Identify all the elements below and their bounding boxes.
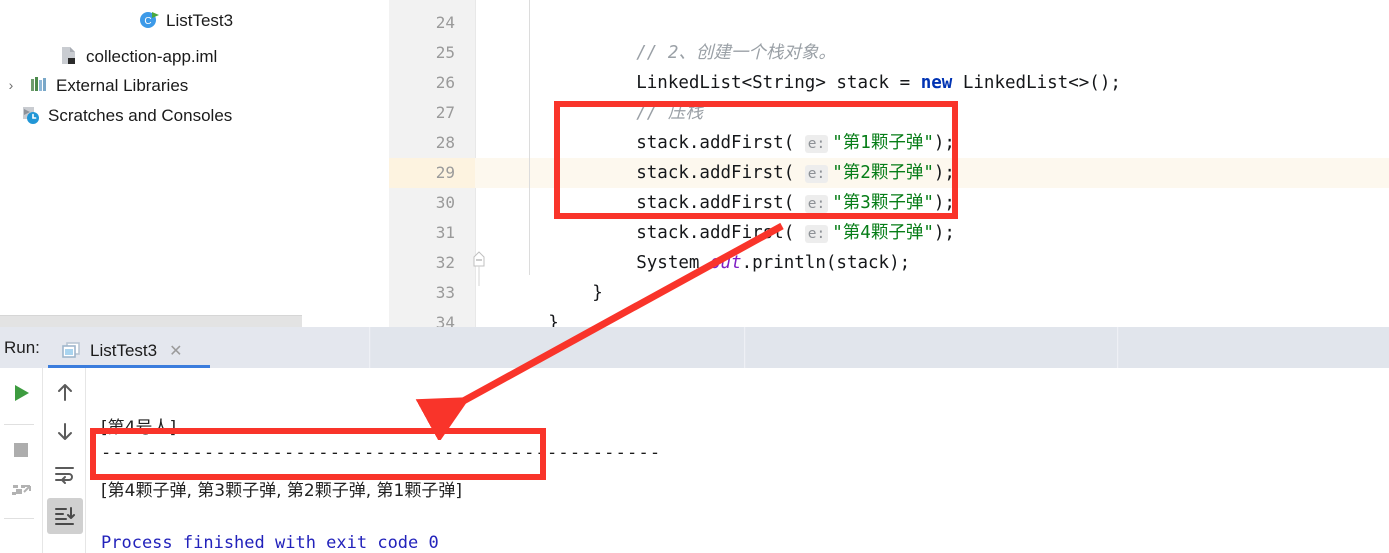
line-number: 34 [435, 313, 455, 327]
libraries-icon [28, 75, 50, 95]
tree-item-collection-app-iml[interactable]: collection-app.iml [58, 42, 217, 70]
stop-icon [14, 443, 28, 457]
run-tabbar-segment [746, 327, 1118, 368]
tree-item-label: Scratches and Consoles [48, 105, 233, 125]
toolbar-divider [4, 518, 34, 519]
code-brace: } [548, 313, 559, 327]
scratches-icon [20, 105, 42, 125]
tab-label: ListTest3 [90, 341, 158, 360]
line-number: 31 [435, 223, 455, 242]
arrow-down-icon [58, 423, 72, 440]
run-actions-toolbar [0, 368, 41, 553]
run-configuration-icon [62, 342, 82, 360]
toolbar-divider [4, 424, 34, 425]
iml-file-icon [58, 46, 80, 66]
line-number: 27 [435, 103, 455, 122]
indent-guide [529, 0, 530, 275]
code-keyword-new: new [920, 73, 953, 93]
code-line-25: LinkedList<String> stack = new LinkedLis… [573, 38, 1121, 93]
line-number: 26 [435, 73, 455, 92]
code-line-24: // 2、创建一个栈对象。 [573, 8, 836, 63]
line-number: 24 [435, 13, 455, 32]
tree-item-label: ListTest3 [166, 10, 234, 30]
line-number: 28 [435, 133, 455, 152]
run-button[interactable] [3, 375, 39, 411]
code-line-27: stack.addFirst( e: "第1颗子弹"); [573, 98, 955, 153]
tree-item-listtest3[interactable]: C ListTest3 [138, 6, 233, 34]
rerun-failed-tests-button[interactable] [3, 472, 39, 508]
console-actions-toolbar [42, 368, 86, 553]
code-sysout: System. [636, 253, 710, 273]
play-icon [15, 385, 29, 401]
tree-item-scratches-and-consoles[interactable]: Scratches and Consoles [20, 101, 232, 129]
scroll-to-end-button[interactable] [47, 498, 83, 534]
close-icon[interactable]: ✕ [169, 341, 182, 361]
ide-window: C ListTest3 collection-app.iml › Externa… [0, 0, 1389, 553]
project-tool-window: C ListTest3 collection-app.iml › Externa… [0, 0, 302, 315]
rerun-icon [12, 485, 31, 495]
run-tabbar-segment [0, 327, 370, 368]
code-editor[interactable]: 24 25 26 27 28 29 30 31 32 33 34 // 2、创建… [389, 0, 1389, 327]
code-line-28: stack.addFirst( e: "第2颗子弹"); [573, 128, 955, 183]
console-line-1: [第4号人] [101, 418, 177, 438]
line-number: 32 [435, 253, 455, 272]
tree-item-label: External Libraries [56, 75, 189, 95]
line-number: 25 [435, 43, 455, 62]
down-button[interactable] [47, 414, 83, 450]
code-constructor: LinkedList<>(); [952, 73, 1121, 93]
console-output[interactable]: [第4号人] ---------------------------------… [87, 368, 1389, 553]
code-brace: } [592, 283, 603, 303]
soft-wrap-button[interactable] [47, 456, 83, 492]
up-button[interactable] [47, 374, 83, 410]
run-tabbar-segment [371, 327, 745, 368]
code-line-31: System.out.println(stack); [573, 218, 910, 273]
java-class-icon: C [138, 10, 160, 30]
run-tabbar-segment [1119, 327, 1389, 368]
svg-text:C: C [144, 16, 151, 27]
code-line-26: // 压栈 [573, 68, 703, 123]
code-line-30: stack.addFirst( e: "第4颗子弹"); [573, 188, 955, 243]
console-line-4: Process finished with exit code 0 [101, 533, 439, 553]
editor-gutter-spacer [302, 315, 389, 327]
tree-item-external-libraries[interactable]: › External Libraries [2, 71, 189, 99]
stop-button[interactable] [3, 432, 39, 468]
console-line-3: [第4颗子弹, 第3颗子弹, 第2颗子弹, 第1颗子弹] [101, 481, 462, 501]
chevron-right-icon[interactable]: › [2, 77, 20, 93]
code-field-out: out [709, 253, 742, 273]
line-number: 30 [435, 193, 455, 212]
tool-window-splitter[interactable] [0, 315, 302, 327]
run-tool-window: Run: ListTest3 ✕ [第4号人] ----------------… [0, 327, 1389, 553]
scroll-to-end-icon [55, 507, 75, 525]
console-line-2: ----------------------------------------… [101, 443, 662, 463]
arrow-up-icon [58, 384, 72, 401]
run-tab-bar: Run: ListTest3 ✕ [0, 327, 1389, 368]
tab-listtest3[interactable]: ListTest3 ✕ [62, 334, 183, 368]
soft-wrap-icon [55, 467, 74, 484]
run-panel-title: Run: [4, 338, 40, 357]
code-line-32: } [529, 248, 603, 303]
line-number: 33 [435, 283, 455, 302]
code-println: .println(stack); [741, 253, 911, 273]
tree-item-label: collection-app.iml [86, 46, 218, 66]
code-call-end: ); [933, 223, 955, 243]
line-number: 29 [435, 163, 455, 182]
code-line-33: } [485, 278, 559, 327]
code-line-29: stack.addFirst( e: "第3颗子弹"); [573, 158, 955, 213]
